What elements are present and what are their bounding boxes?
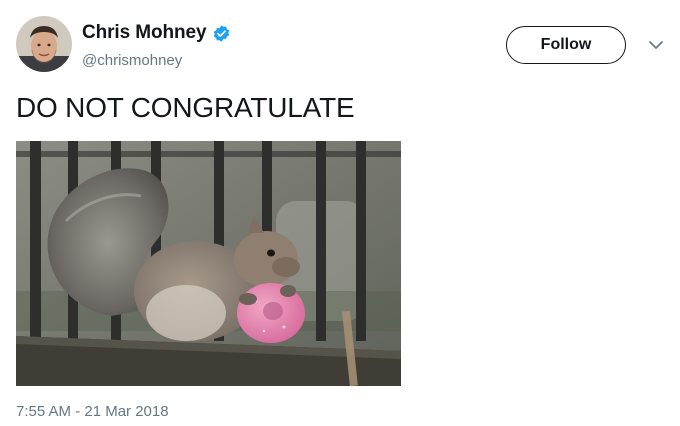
avatar-photo	[16, 16, 72, 72]
tweet-media-image[interactable]	[16, 141, 401, 386]
chevron-down-icon[interactable]	[648, 38, 664, 50]
author-name-row[interactable]: Chris Mohney	[82, 21, 231, 45]
tweet-text: DO NOT CONGRATULATE	[16, 92, 355, 123]
verified-badge-icon	[212, 24, 231, 43]
squirrel-eating-pink-donut-image	[16, 141, 401, 386]
follow-button[interactable]: Follow	[506, 26, 626, 64]
author-handle[interactable]: @chrismohney	[82, 52, 182, 69]
tweet-timestamp[interactable]: 7:55 AM - 21 Mar 2018	[16, 403, 169, 420]
avatar[interactable]	[16, 16, 72, 72]
author-display-name[interactable]: Chris Mohney	[82, 22, 207, 44]
